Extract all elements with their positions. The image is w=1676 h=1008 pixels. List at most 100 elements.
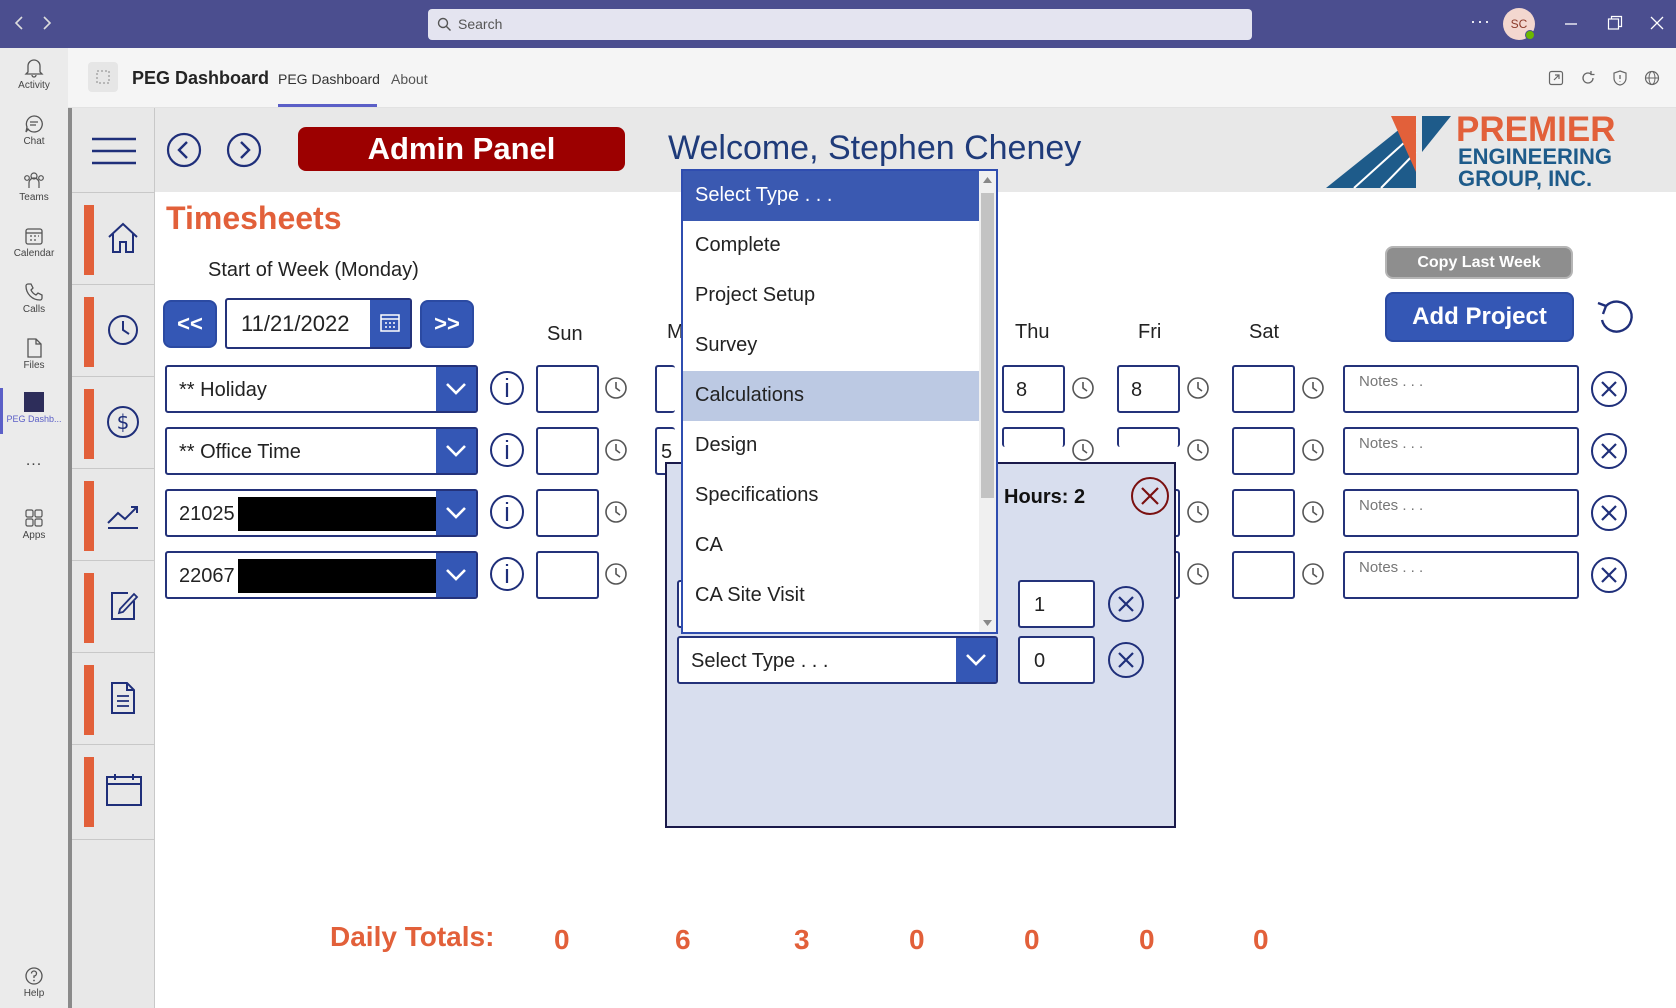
close-window-icon[interactable]	[1650, 16, 1664, 30]
back-circle-icon[interactable]	[166, 132, 202, 168]
dropdown-option[interactable]: Design	[683, 421, 979, 471]
nav-expenses[interactable]: $	[72, 376, 155, 468]
scroll-up-arrow-icon[interactable]	[983, 177, 992, 183]
info-icon[interactable]	[489, 494, 525, 530]
admin-panel-button[interactable]: Admin Panel	[298, 127, 625, 171]
clock-icon[interactable]	[1071, 376, 1095, 400]
dropdown-option[interactable]: Specifications	[683, 471, 979, 521]
add-project-button[interactable]: Add Project	[1385, 292, 1574, 342]
notes-input[interactable]: Notes . . .	[1343, 427, 1579, 475]
rail-item-activity[interactable]: Activity	[0, 58, 68, 91]
search-input[interactable]: Search	[428, 9, 1252, 40]
hours-input-thu[interactable]: 8	[1002, 365, 1065, 413]
copy-last-week-button[interactable]: Copy Last Week	[1385, 246, 1573, 279]
clock-icon[interactable]	[1186, 562, 1210, 586]
dropdown-option[interactable]: Project Setup	[683, 271, 979, 321]
clock-icon[interactable]	[604, 500, 628, 524]
scroll-down-arrow-icon[interactable]	[983, 620, 992, 626]
clock-icon[interactable]	[1301, 438, 1325, 462]
dropdown-toggle[interactable]	[956, 638, 996, 682]
rail-item-calendar[interactable]: Calendar	[0, 226, 68, 259]
clock-icon[interactable]	[1301, 562, 1325, 586]
project-dropdown[interactable]: 21025	[165, 489, 478, 537]
remove-row-icon[interactable]	[1590, 432, 1628, 470]
clock-icon[interactable]	[1186, 438, 1210, 462]
forward-circle-icon[interactable]	[226, 132, 262, 168]
close-popup-icon[interactable]	[1130, 476, 1170, 516]
clock-icon[interactable]	[604, 438, 628, 462]
clock-icon[interactable]	[1301, 500, 1325, 524]
popup-hours-input[interactable]: 0	[1018, 636, 1095, 684]
undo-icon[interactable]	[1594, 296, 1636, 338]
rail-item-teams[interactable]: Teams	[0, 170, 68, 203]
popout-icon[interactable]	[1548, 70, 1564, 86]
shield-icon[interactable]	[1612, 70, 1628, 86]
date-picker-button[interactable]	[370, 300, 410, 347]
week-date-picker[interactable]: 11/21/2022	[225, 298, 412, 349]
hours-input-sun[interactable]	[536, 551, 599, 599]
dropdown-toggle[interactable]	[436, 429, 476, 473]
notes-input[interactable]: Notes . . .	[1343, 489, 1579, 537]
project-dropdown[interactable]: ** Office Time	[165, 427, 478, 475]
hours-input-sun[interactable]	[536, 427, 599, 475]
notes-input[interactable]: Notes . . .	[1343, 365, 1579, 413]
hamburger-menu-icon[interactable]	[90, 136, 138, 166]
rail-item-apps[interactable]: Apps	[0, 508, 68, 541]
nav-home[interactable]	[72, 192, 155, 284]
hours-input-sat[interactable]	[1232, 551, 1295, 599]
type-dropdown[interactable]: Select Type . . .	[677, 636, 998, 684]
hours-input-sat[interactable]	[1232, 489, 1295, 537]
clock-icon[interactable]	[1301, 376, 1325, 400]
rail-item-files[interactable]: Files	[0, 338, 68, 371]
scrollbar-thumb[interactable]	[981, 193, 994, 498]
nav-timesheets[interactable]	[72, 284, 155, 376]
project-dropdown[interactable]: ** Holiday	[165, 365, 478, 413]
next-week-button[interactable]: >>	[420, 300, 474, 348]
more-options-icon[interactable]: ···	[1470, 11, 1491, 32]
dropdown-option-selected[interactable]: Select Type . . .	[683, 171, 979, 221]
remove-line-icon[interactable]	[1107, 585, 1145, 623]
dropdown-option[interactable]: Survey	[683, 321, 979, 371]
clock-icon[interactable]	[1071, 438, 1095, 462]
hours-input-fri[interactable]: 8	[1117, 365, 1180, 413]
hours-input-sat[interactable]	[1232, 365, 1295, 413]
notes-input[interactable]: Notes . . .	[1343, 551, 1579, 599]
dropdown-option[interactable]: CA Site Visit	[683, 571, 979, 621]
nav-documents[interactable]	[72, 652, 155, 744]
back-arrow-icon[interactable]	[12, 15, 26, 31]
hours-input-mon[interactable]	[655, 365, 675, 413]
dropdown-toggle[interactable]	[436, 367, 476, 411]
prev-week-button[interactable]: <<	[163, 300, 217, 348]
hours-input-sat[interactable]	[1232, 427, 1295, 475]
clock-icon[interactable]	[604, 562, 628, 586]
restore-icon[interactable]	[1607, 15, 1623, 31]
remove-row-icon[interactable]	[1590, 556, 1628, 594]
tab-peg-dashboard[interactable]: PEG Dashboard	[278, 71, 380, 87]
info-icon[interactable]	[489, 432, 525, 468]
dropdown-toggle[interactable]	[436, 491, 476, 535]
tab-about[interactable]: About	[391, 71, 428, 87]
popup-hours-input[interactable]: 1	[1018, 580, 1095, 628]
hours-input-sun[interactable]	[536, 489, 599, 537]
hours-input-fri[interactable]	[1117, 427, 1180, 447]
remove-line-icon[interactable]	[1107, 641, 1145, 679]
hours-input-sun[interactable]	[536, 365, 599, 413]
dropdown-scrollbar[interactable]	[979, 171, 996, 632]
hours-input-thu[interactable]	[1002, 427, 1065, 447]
globe-icon[interactable]	[1644, 70, 1660, 86]
dropdown-option[interactable]: CA	[683, 521, 979, 571]
refresh-icon[interactable]	[1580, 70, 1596, 86]
nav-edit[interactable]	[72, 560, 155, 652]
info-icon[interactable]	[489, 370, 525, 406]
dropdown-option[interactable]: Complete	[683, 221, 979, 271]
clock-icon[interactable]	[604, 376, 628, 400]
project-dropdown[interactable]: 22067	[165, 551, 478, 599]
clock-icon[interactable]	[1186, 376, 1210, 400]
dropdown-option-hovered[interactable]: Calculations	[683, 371, 979, 421]
remove-row-icon[interactable]	[1590, 494, 1628, 532]
rail-item-help[interactable]: Help	[0, 966, 68, 999]
clock-icon[interactable]	[1186, 500, 1210, 524]
nav-reports[interactable]	[72, 468, 155, 560]
nav-calendar[interactable]	[72, 744, 155, 840]
dropdown-toggle[interactable]	[436, 553, 476, 597]
